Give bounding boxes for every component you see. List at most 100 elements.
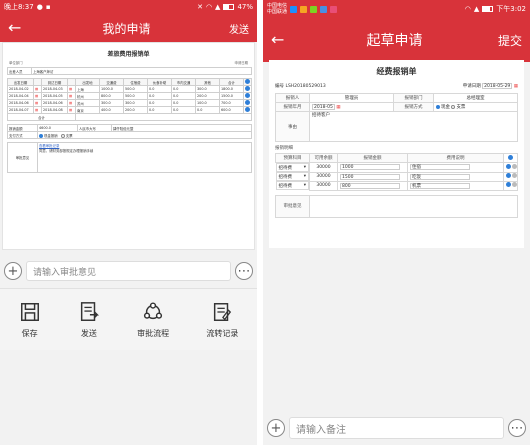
amount-input[interactable]: 1500 <box>340 173 400 180</box>
approval-comment-input[interactable]: 请输入审批意见 <box>26 261 231 281</box>
row-action[interactable] <box>503 153 518 163</box>
calendar-icon[interactable]: ▦ <box>514 84 518 89</box>
table-cell[interactable]: 南京 <box>75 106 100 114</box>
remove-row-icon[interactable] <box>245 107 250 112</box>
table-cell[interactable]: 2018-04-04 <box>7 92 34 100</box>
table-cell[interactable]: 0.0 <box>147 106 172 114</box>
table-cell[interactable]: 300.0 <box>99 99 124 107</box>
radio-cash[interactable] <box>39 133 43 138</box>
send-action[interactable]: 发送 <box>78 301 100 339</box>
table-cell[interactable]: 上海 <box>75 85 100 93</box>
table-cell[interactable]: 2018-04-05 <box>41 92 68 100</box>
radio-cash[interactable] <box>436 104 440 109</box>
table-cell[interactable]: 0.0 <box>147 99 172 107</box>
add-row-icon[interactable] <box>245 79 250 84</box>
radio-check[interactable] <box>451 104 456 109</box>
back-arrow-icon[interactable]: ← <box>8 20 32 36</box>
battery-percent: 47% <box>237 3 253 11</box>
remark-input[interactable]: 请输入备注 <box>289 417 504 439</box>
table-cell[interactable]: 2018-04-08 <box>41 106 68 114</box>
note-input[interactable]: 吃饭 <box>410 173 470 180</box>
table-cell[interactable]: 2018-04-06 <box>7 99 34 107</box>
add-attachment-button[interactable]: + <box>267 419 285 437</box>
reason-input[interactable]: 招待客户 <box>309 111 518 142</box>
delete-row-icon[interactable] <box>512 173 517 178</box>
send-button[interactable]: 发送 <box>221 21 249 36</box>
table-cell[interactable]: 200.0 <box>123 106 148 114</box>
add-attachment-button[interactable]: + <box>4 262 22 280</box>
row-action[interactable] <box>243 85 252 93</box>
table-cell[interactable]: 500.0 <box>123 92 148 100</box>
table-cell[interactable]: 2018-04-03 <box>41 85 68 93</box>
add-row-icon[interactable] <box>508 154 513 160</box>
record-action[interactable]: 流转记录 <box>206 301 238 339</box>
note-input[interactable]: 住宿 <box>410 164 470 171</box>
amount-input[interactable]: 1000 <box>340 164 400 171</box>
table-cell[interactable]: 400.0 <box>99 106 124 114</box>
row-action[interactable] <box>243 106 252 114</box>
column-header: 合计 <box>219 78 244 86</box>
add-row-icon[interactable] <box>506 182 511 187</box>
column-header: 预算科目 <box>275 153 310 163</box>
calendar-icon[interactable]: ▦ <box>33 99 42 107</box>
table-cell[interactable]: 0.0 <box>171 92 196 100</box>
table-cell[interactable]: 苏州 <box>75 99 100 107</box>
submit-button[interactable]: 提交 <box>494 32 522 49</box>
note-input[interactable]: 机票 <box>410 182 470 189</box>
delete-row-icon[interactable] <box>512 163 517 169</box>
page-title: 我的申请 <box>102 21 151 36</box>
calendar-icon[interactable]: ▦ <box>67 92 76 100</box>
applicant-value[interactable]: 上海客户拜访 <box>31 67 252 75</box>
remove-row-icon[interactable] <box>245 86 250 91</box>
table-cell[interactable]: 杭州 <box>75 92 100 100</box>
more-options-button[interactable]: ⋯ <box>508 419 526 437</box>
more-options-button[interactable]: ⋯ <box>235 262 253 280</box>
dept-value: 总经理室 <box>433 93 518 103</box>
approval-table: 审批意见 <box>275 194 518 218</box>
table-cell[interactable]: 0.0 <box>195 106 220 114</box>
remove-row-icon[interactable] <box>245 93 250 98</box>
table-cell[interactable]: 500.0 <box>123 85 148 93</box>
table-cell[interactable]: 0.0 <box>147 85 172 93</box>
subject-select[interactable]: 招待费 ▾ <box>275 163 309 172</box>
table-cell[interactable]: 300.0 <box>123 99 148 107</box>
row-action[interactable] <box>243 92 252 100</box>
back-arrow-icon[interactable]: ← <box>271 32 295 48</box>
table-cell[interactable]: 2018-04-07 <box>7 106 34 114</box>
month-input[interactable]: 2018-05 <box>312 104 335 110</box>
add-row-icon[interactable] <box>506 173 511 178</box>
table-cell[interactable]: 200.0 <box>195 92 220 100</box>
wifi-icon: ◠ <box>464 4 471 13</box>
table-cell[interactable]: 2018-04-02 <box>7 85 34 93</box>
row-action[interactable] <box>243 99 252 107</box>
flow-action[interactable]: 审批流程 <box>137 301 169 339</box>
table-cell[interactable]: 100.0 <box>195 99 220 107</box>
remove-row-icon[interactable] <box>245 100 250 105</box>
calendar-icon[interactable]: ▦ <box>67 85 76 93</box>
calendar-icon[interactable]: ▦ <box>33 106 42 114</box>
table-cell[interactable]: 0.0 <box>147 92 172 100</box>
amount-input[interactable]: 800 <box>340 182 400 189</box>
calendar-icon[interactable]: ▦ <box>33 92 42 100</box>
table-cell[interactable]: 1000.0 <box>99 85 124 93</box>
subject-select[interactable]: 招待费 ▾ <box>275 172 309 181</box>
radio-check[interactable] <box>60 133 65 138</box>
calendar-icon[interactable]: ▦ <box>67 99 76 107</box>
delete-row-icon[interactable] <box>512 182 517 187</box>
table-cell[interactable]: 0.0 <box>171 99 196 107</box>
table-cell[interactable]: 2018-04-06 <box>41 99 68 107</box>
expense-claim-form: 经费报销单 编号 LSH20180529013 申请日期 2018-05-29 … <box>269 60 524 248</box>
calendar-icon[interactable]: ▦ <box>33 85 42 93</box>
calendar-icon[interactable]: ▦ <box>67 106 76 114</box>
table-cell[interactable]: 0.0 <box>171 85 196 93</box>
add-row-icon[interactable] <box>506 163 511 169</box>
calendar-icon[interactable]: ▦ <box>336 105 340 110</box>
table-cell[interactable]: 0.0 <box>171 106 196 114</box>
table-cell[interactable]: 800.0 <box>99 92 124 100</box>
table-cell[interactable]: 300.0 <box>195 85 220 93</box>
subject-select[interactable]: 招待费 ▾ <box>275 181 309 190</box>
save-action[interactable]: 保存 <box>19 301 41 339</box>
date-label: 申请日期 <box>234 61 248 65</box>
form-date-input[interactable]: 2018-05-29 <box>482 83 513 89</box>
mute-icon: ✕ <box>197 2 203 11</box>
